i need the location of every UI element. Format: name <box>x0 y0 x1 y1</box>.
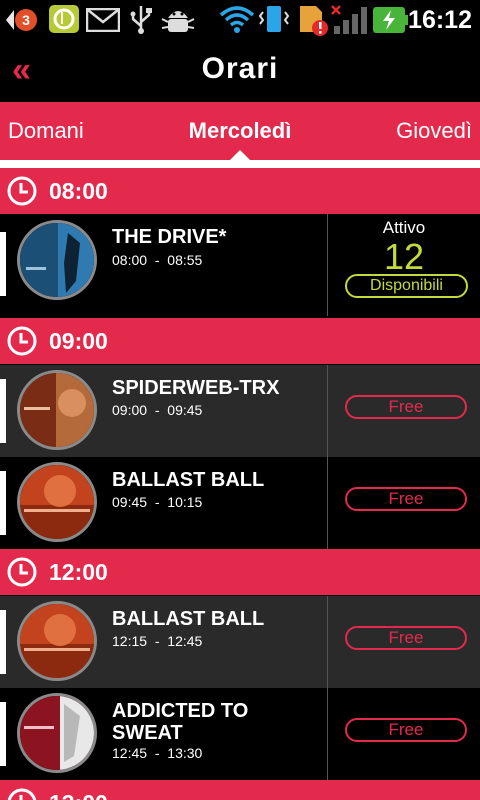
row-divider <box>327 688 328 780</box>
free-button[interactable]: Free <box>345 395 467 419</box>
class-hours: 09:00 - 09:45 <box>112 402 203 418</box>
signal-icon <box>331 5 367 34</box>
row-divider <box>327 457 328 549</box>
class-hours: 09:45 - 10:15 <box>112 494 203 510</box>
time-section-label: 12:00 <box>49 559 108 585</box>
class-hours: 08:00 - 08:55 <box>112 252 203 268</box>
drive-class-thumbnail-icon <box>17 220 97 300</box>
time-section-header: 12:00 <box>0 549 480 595</box>
sweat-dance-class-thumbnail-icon <box>17 693 97 773</box>
row-accent-bar <box>0 379 6 443</box>
body-design-class-thumbnail-icon <box>17 462 97 542</box>
row-accent-bar <box>0 702 6 766</box>
class-name: SPIDERWEB-TRX <box>112 377 280 399</box>
time-section-label: 13:00 <box>49 790 108 800</box>
class-row[interactable]: BALLAST BALL 12:15 - 12:45 Free <box>0 596 480 688</box>
spiderweb-class-thumbnail-icon <box>17 370 97 450</box>
time-section-label: 09:00 <box>49 328 108 354</box>
body-design-class-thumbnail-icon <box>17 601 97 681</box>
class-row[interactable]: THE DRIVE* 08:00 - 08:55 Attivo 12 Dispo… <box>0 214 480 316</box>
vibrate-icon <box>258 6 290 32</box>
row-divider <box>327 596 328 688</box>
tab-underline <box>0 160 480 168</box>
class-hours: 12:45 - 13:30 <box>112 745 203 761</box>
title-bar: « Orari <box>0 38 480 102</box>
class-name: THE DRIVE* <box>112 226 227 248</box>
android-debug-icon <box>161 11 195 32</box>
sim-alert-icon <box>300 6 328 36</box>
class-name: ADDICTED TO SWEAT <box>112 700 249 744</box>
usb-icon <box>130 6 152 34</box>
time-section-header: 08:00 <box>0 168 480 214</box>
status-label: Attivo <box>382 218 426 237</box>
music-icon <box>49 5 79 33</box>
class-row[interactable]: BALLAST BALL 09:45 - 10:15 Free <box>0 457 480 549</box>
page-title: Orari <box>201 52 279 85</box>
row-accent-bar <box>0 232 6 296</box>
row-divider <box>327 365 328 457</box>
time-section-header: 09:00 <box>0 318 480 364</box>
gmail-icon <box>86 8 120 32</box>
available-count: 12 <box>383 236 425 277</box>
time-section-header: 13:00 <box>0 780 480 800</box>
wifi-icon <box>219 6 255 33</box>
clock-icon <box>7 788 37 800</box>
class-row[interactable]: ADDICTED TO SWEAT 12:45 - 13:30 Free <box>0 688 480 780</box>
row-accent-bar <box>0 610 6 674</box>
free-button[interactable]: Free <box>345 626 467 650</box>
class-row[interactable]: SPIDERWEB-TRX 09:00 - 09:45 Free <box>0 365 480 457</box>
class-name: BALLAST BALL <box>112 469 265 491</box>
class-name: BALLAST BALL <box>112 608 265 630</box>
row-accent-bar <box>0 471 6 535</box>
battery-charging-icon <box>373 7 408 33</box>
free-button[interactable]: Free <box>345 718 467 742</box>
clock-icon <box>7 557 37 587</box>
time-section-label: 08:00 <box>49 178 108 204</box>
clock-icon <box>7 326 37 356</box>
notification-badge-icon: 3 <box>6 9 37 31</box>
free-button[interactable]: Free <box>345 487 467 511</box>
status-bar: 3 16:12 <box>0 0 480 38</box>
available-button[interactable]: Disponibili <box>345 274 468 298</box>
status-clock: 16:12 <box>408 6 472 34</box>
class-hours: 12:15 - 12:45 <box>112 633 203 649</box>
clock-icon <box>7 176 37 206</box>
notification-count: 3 <box>22 12 30 28</box>
tab-next-day[interactable]: Giovedì <box>396 118 472 144</box>
